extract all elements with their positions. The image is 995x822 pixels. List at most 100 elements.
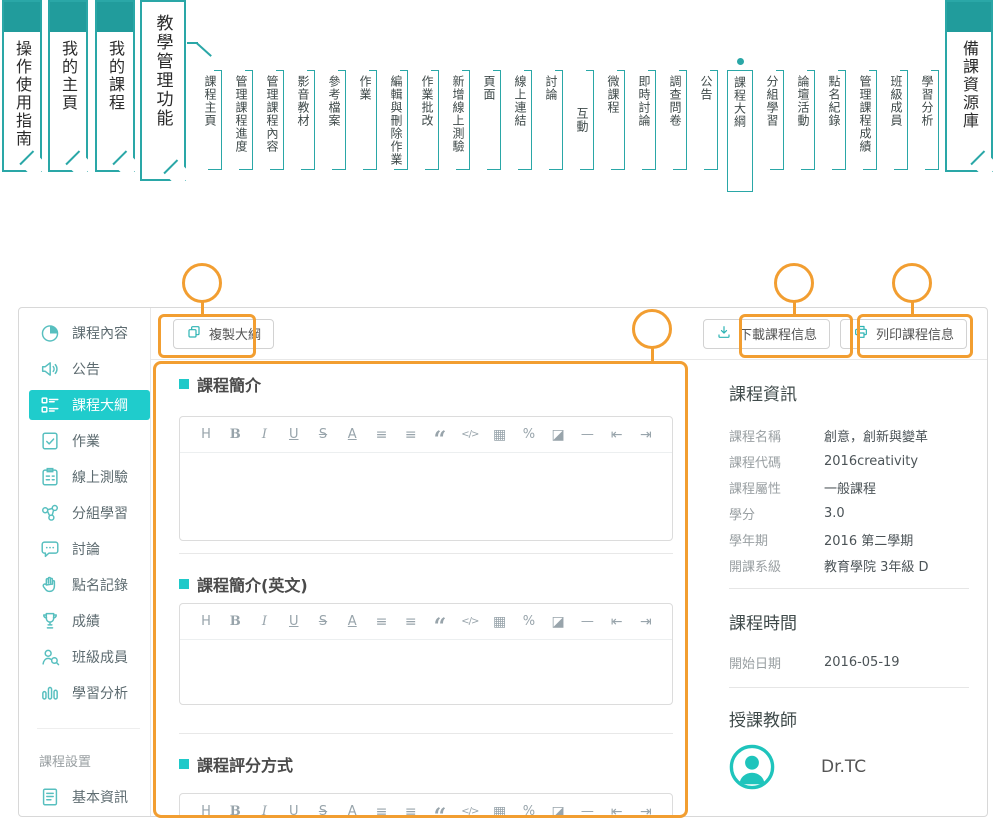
bold-icon[interactable]: B — [227, 805, 243, 816]
sitemap-tab-learning-analytics[interactable]: 學習分析 — [917, 70, 939, 170]
image-icon[interactable]: ◪ — [550, 805, 566, 817]
underline-icon[interactable]: U — [286, 428, 302, 441]
blockquote-icon[interactable]: “ — [432, 806, 448, 817]
sitemap-tab-forum-activity[interactable]: 論壇活動 — [793, 70, 815, 170]
sidebar-item-course-outline[interactable]: 課程大綱 — [29, 390, 150, 420]
sitemap-tab-edit-delete-homework[interactable]: 編輯與刪除作業 — [386, 70, 408, 170]
bar-chart-icon — [39, 682, 61, 704]
horizontal-rule-icon[interactable]: — — [579, 805, 595, 816]
print-course-info-button[interactable]: 列印課程信息 — [839, 318, 967, 349]
sitemap-tab-reference-files[interactable]: 參考檔案 — [324, 70, 346, 170]
sidebar-item-discussion[interactable]: 討論 — [29, 534, 150, 564]
indent-decrease-icon[interactable]: ⇤ — [609, 805, 625, 817]
indent-decrease-icon[interactable]: ⇤ — [609, 615, 625, 629]
course-intro-text-area[interactable] — [180, 453, 672, 540]
sidebar-item-learning-analytics[interactable]: 學習分析 — [29, 678, 150, 708]
sidebar-item-attendance[interactable]: 點名記錄 — [29, 570, 150, 600]
sidebar-item-online-test[interactable]: 線上測驗 — [29, 462, 150, 492]
sitemap-tab-interaction[interactable]: 互動 — [572, 70, 594, 170]
sidebar-item-assignments[interactable]: 作業 — [29, 426, 150, 456]
indent-increase-icon[interactable]: ⇥ — [638, 615, 654, 629]
font-color-icon[interactable]: A — [344, 805, 360, 816]
table-icon[interactable]: ▦ — [492, 428, 508, 442]
sitemap-tab-manage-course-progress[interactable]: 管理課程進度 — [231, 70, 253, 170]
sitemap-tab-video-materials[interactable]: 影音教材 — [293, 70, 315, 170]
indent-decrease-icon[interactable]: ⇤ — [609, 428, 625, 442]
course-intro-en-editor: H B I U S A ≡ ≡ “ </> ▦% ◪ — ⇤ ⇥ — [179, 603, 673, 705]
banner-teaching-management[interactable]: 教學管理功能 — [140, 0, 186, 181]
sidebar-item-group-learning[interactable]: 分組學習 — [29, 498, 150, 528]
blockquote-icon[interactable]: “ — [432, 429, 448, 451]
sitemap-tab-micro-course[interactable]: 微課程 — [603, 70, 625, 170]
sitemap-tab-group-learning[interactable]: 分組學習 — [762, 70, 784, 170]
italic-icon[interactable]: I — [257, 805, 273, 816]
sidebar-item-announcements[interactable]: 公告 — [29, 354, 150, 384]
link-icon[interactable]: % — [521, 615, 537, 628]
font-color-icon[interactable]: A — [344, 428, 360, 441]
sitemap-tab-instant-discussion[interactable]: 即時討論 — [634, 70, 656, 170]
sitemap-tab-homework-grading[interactable]: 作業批改 — [417, 70, 439, 170]
sitemap-tab-survey[interactable]: 調查問卷 — [665, 70, 687, 170]
sitemap-tab-course-home[interactable]: 課程主頁 — [200, 70, 222, 170]
table-icon[interactable]: ▦ — [492, 805, 508, 817]
unordered-list-icon[interactable]: ≡ — [403, 615, 419, 629]
print-label: 列印課程信息 — [875, 328, 954, 343]
heading-icon[interactable]: H — [198, 428, 214, 441]
sitemap-tab-pages[interactable]: 頁面 — [479, 70, 501, 170]
download-course-info-button[interactable]: 下載課程信息 — [702, 318, 830, 349]
horizontal-rule-icon[interactable]: — — [579, 428, 595, 441]
sitemap-tab-online-links[interactable]: 線上連結 — [510, 70, 532, 170]
horizontal-rule-icon[interactable]: — — [579, 615, 595, 628]
link-icon[interactable]: % — [521, 428, 537, 441]
code-icon[interactable]: </> — [461, 429, 479, 440]
image-icon[interactable]: ◪ — [550, 615, 566, 629]
banner-my-home[interactable]: 我的主頁 — [48, 0, 88, 172]
sitemap-tab-manage-course-grades[interactable]: 管理課程成績 — [855, 70, 877, 170]
italic-icon[interactable]: I — [257, 428, 273, 441]
bold-icon[interactable]: B — [227, 428, 243, 441]
sidebar-section-label: 課程設置 — [39, 755, 92, 770]
image-icon[interactable]: ◪ — [550, 428, 566, 442]
indent-increase-icon[interactable]: ⇥ — [638, 428, 654, 442]
link-icon[interactable]: % — [521, 805, 537, 816]
unordered-list-icon[interactable]: ≡ — [403, 805, 419, 817]
strikethrough-icon[interactable]: S — [315, 615, 331, 628]
ordered-list-icon[interactable]: ≡ — [374, 428, 390, 442]
unordered-list-icon[interactable]: ≡ — [403, 428, 419, 442]
blockquote-icon[interactable]: “ — [432, 616, 448, 638]
bold-icon[interactable]: B — [227, 615, 243, 628]
banner-my-courses[interactable]: 我的課程 — [95, 0, 135, 172]
indent-increase-icon[interactable]: ⇥ — [638, 805, 654, 817]
copy-outline-button[interactable]: 複製大綱 — [173, 318, 275, 349]
sitemap-tab-homework[interactable]: 作業 — [355, 70, 377, 170]
group-icon — [39, 502, 61, 524]
banner-resource-library[interactable]: 備課資源庫 — [945, 0, 993, 172]
course-intro-en-text-area[interactable] — [180, 640, 672, 704]
table-icon[interactable]: ▦ — [492, 615, 508, 629]
underline-icon[interactable]: U — [286, 615, 302, 628]
sidebar-item-class-members[interactable]: 班級成員 — [29, 642, 150, 672]
sitemap-tab-announcement[interactable]: 公告 — [696, 70, 718, 170]
sidebar-item-course-content[interactable]: 課程內容 — [29, 318, 150, 348]
code-icon[interactable]: </> — [461, 616, 479, 627]
underline-icon[interactable]: U — [286, 805, 302, 816]
ordered-list-icon[interactable]: ≡ — [374, 615, 390, 629]
heading-icon[interactable]: H — [198, 805, 214, 816]
grading-editor: H B I U S A ≡ ≡ “ </> ▦% ◪ — ⇤ ⇥ — [179, 793, 673, 817]
sitemap-tab-class-members[interactable]: 班級成員 — [886, 70, 908, 170]
sitemap-tab-manage-course-content[interactable]: 管理課程內容 — [262, 70, 284, 170]
banner-user-guide[interactable]: 操作使用指南 — [2, 0, 42, 172]
sidebar-item-basic-info[interactable]: 基本資訊 — [29, 782, 150, 812]
sitemap-tab-new-online-test[interactable]: 新增線上測驗 — [448, 70, 470, 170]
sidebar-item-grades[interactable]: 成績 — [29, 606, 150, 636]
italic-icon[interactable]: I — [257, 615, 273, 628]
sitemap-tab-discussion[interactable]: 討論 — [541, 70, 563, 170]
code-icon[interactable]: </> — [461, 806, 479, 816]
heading-icon[interactable]: H — [198, 615, 214, 628]
strikethrough-icon[interactable]: S — [315, 805, 331, 816]
sitemap-tab-roll-call[interactable]: 點名紀錄 — [824, 70, 846, 170]
strikethrough-icon[interactable]: S — [315, 428, 331, 441]
font-color-icon[interactable]: A — [344, 615, 360, 628]
ordered-list-icon[interactable]: ≡ — [374, 805, 390, 817]
sitemap-tab-course-outline[interactable]: 課程大綱 — [727, 58, 753, 192]
